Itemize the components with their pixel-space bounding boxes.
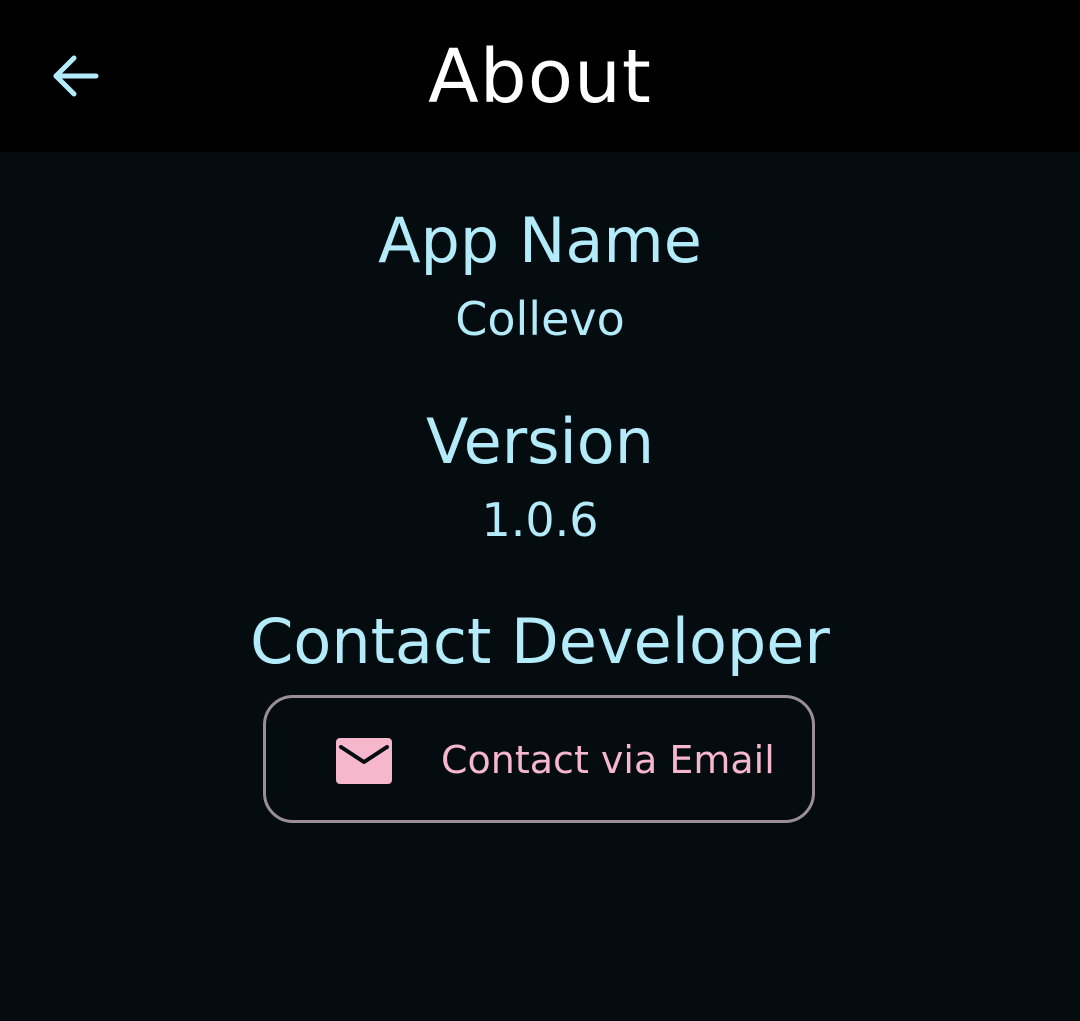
about-content: App Name Collevo Version 1.0.6 Contact D… bbox=[0, 152, 1080, 1021]
app-name-heading: App Name bbox=[378, 204, 702, 277]
app-name-value: Collevo bbox=[455, 292, 625, 346]
contact-email-label: Contact via Email bbox=[441, 738, 775, 782]
version-value: 1.0.6 bbox=[481, 493, 599, 547]
version-heading: Version bbox=[426, 405, 654, 478]
contact-email-button[interactable]: Contact via Email bbox=[263, 695, 815, 823]
page-title: About bbox=[428, 34, 652, 120]
app-bar: About bbox=[0, 0, 1080, 152]
mail-icon bbox=[336, 738, 392, 784]
contact-heading: Contact Developer bbox=[250, 605, 830, 678]
